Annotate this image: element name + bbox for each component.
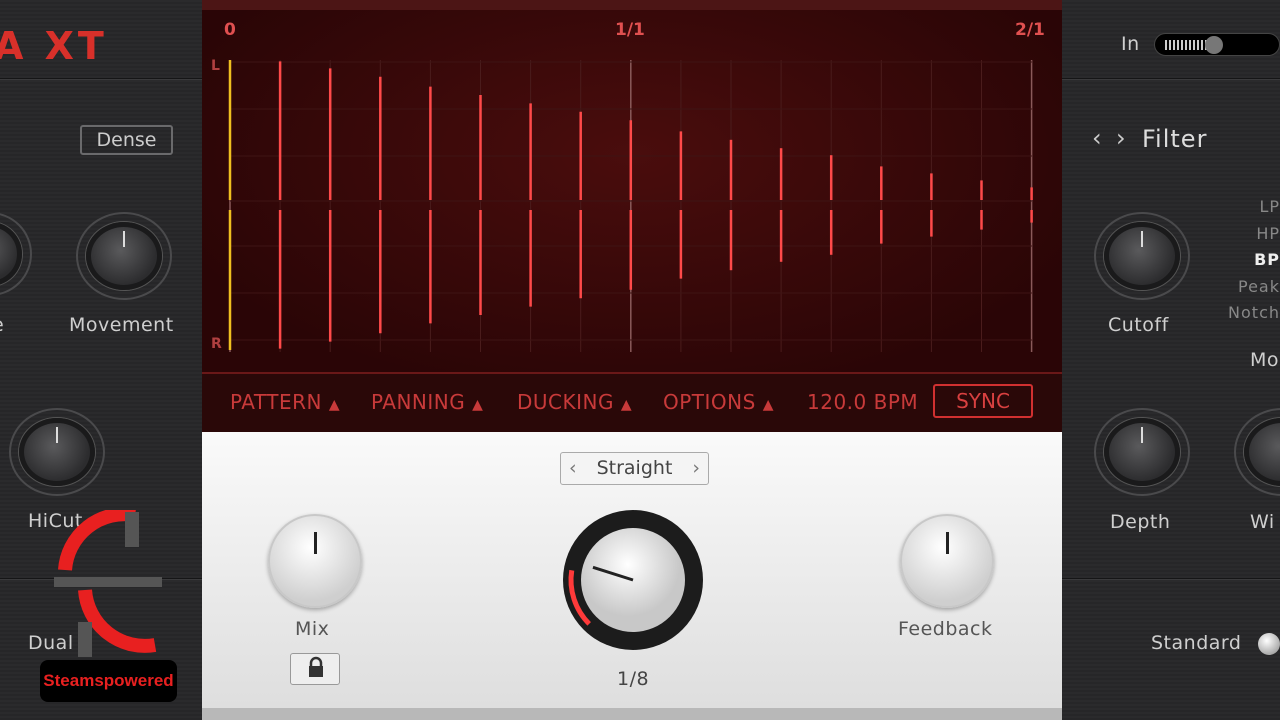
knob-label: e [0,314,4,336]
tab-bar: PATTERN ▲ PANNING ▲ DUCKING ▲ OPTIONS ▲ … [202,372,1062,432]
tab-panning[interactable]: PANNING ▲ [371,390,483,414]
marker-1-1: 1/1 [615,20,645,40]
depth-knob[interactable] [1094,408,1190,496]
input-label: In [1121,33,1140,55]
marker-start: 0 [224,20,236,40]
lock-icon [309,656,323,677]
watermark-logo: Steamspowered [40,507,177,710]
filter-title: Filter [1142,125,1208,153]
dense-button[interactable]: Dense [80,125,173,155]
mode-value: Straight [596,457,673,479]
mix-knob[interactable] [268,514,362,608]
channel-left-label: L [211,58,220,74]
main-panel: 0 1/1 2/1 L R PATTERN ▲ PANNING ▲ DUCKIN… [202,0,1062,720]
hicut-knob[interactable] [9,408,105,496]
mod-label: Mo [1250,349,1280,371]
tab-options[interactable]: OPTIONS ▲ [663,390,774,414]
right-panel: In ‹ › Filter LP HP BP Peak Notch Cutoff Mo … [1062,0,1280,720]
filter-type-peak[interactable]: Peak [1228,274,1280,301]
cutoff-knob[interactable] [1094,212,1190,300]
pattern-grid [228,60,1033,352]
tab-ducking[interactable]: DUCKING ▲ [517,390,632,414]
filter-prev-button[interactable]: ‹ [1092,124,1102,152]
filter-next-button[interactable]: › [1116,124,1126,152]
width-knob[interactable] [1234,408,1280,496]
depth-label: Depth [1110,511,1171,533]
sync-button[interactable]: SYNC [933,384,1033,418]
feedback-knob[interactable] [900,514,994,608]
mode-selector[interactable]: ‹ Straight › [560,452,709,485]
left-panel: A XT Dense e Movement HiCut Dual Steamsp… [0,0,202,720]
time-knob[interactable] [557,504,709,656]
logo: A XT [0,24,108,68]
controls-section: ‹ Straight › Mix 1/8 Feedback [202,432,1062,708]
divider [1062,578,1280,580]
filter-type-notch[interactable]: Notch [1228,300,1280,327]
divider [1062,78,1280,80]
movement-label: Movement [69,314,174,336]
filter-type-bp[interactable]: BP [1228,247,1280,274]
filter-type-hp[interactable]: HP [1228,221,1280,248]
time-value: 1/8 [617,668,650,690]
cutoff-label: Cutoff [1108,314,1169,336]
divider [0,78,202,80]
gear-logo-icon [54,507,162,657]
input-slider[interactable] [1154,33,1280,56]
delay-pattern-display[interactable]: 0 1/1 2/1 L R [202,0,1062,372]
lock-button[interactable] [290,653,340,685]
mode-next-button[interactable]: › [692,453,700,484]
standard-label: Standard [1151,632,1242,654]
bpm-display[interactable]: 120.0 BPM [807,390,918,414]
filter-type-list: LP HP BP Peak Notch [1228,194,1280,327]
input-slider-handle[interactable] [1205,36,1223,54]
filter-type-lp[interactable]: LP [1228,194,1280,221]
channel-right-label: R [211,336,222,352]
standard-toggle[interactable] [1258,633,1280,655]
bottom-bar [202,708,1062,720]
feedback-label: Feedback [898,618,993,640]
marker-2-1: 2/1 [1015,20,1045,40]
tab-pattern[interactable]: PATTERN ▲ [230,390,340,414]
mode-prev-button[interactable]: ‹ [569,453,577,484]
mix-label: Mix [295,618,330,640]
dense-label: Dense [96,129,157,151]
width-label: Wi [1250,511,1275,533]
watermark-text: Steamspowered [40,660,177,702]
movement-knob[interactable] [76,212,172,300]
knob-left-partial[interactable] [0,212,32,296]
